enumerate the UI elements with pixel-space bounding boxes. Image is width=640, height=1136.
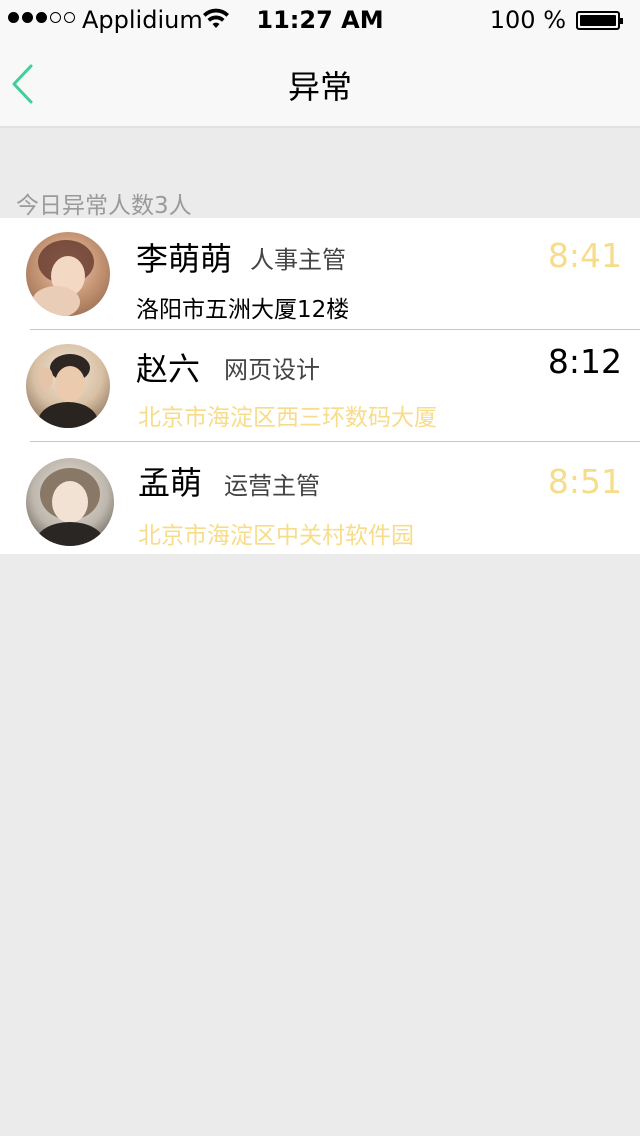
avatar bbox=[26, 232, 110, 316]
check-in-time: 8:12 bbox=[547, 342, 622, 381]
status-bar: Applidium 11:27 AM 100 % bbox=[0, 0, 640, 40]
section-header: 今日异常人数3人 bbox=[16, 193, 192, 219]
employee-name: 李萌萌 bbox=[136, 240, 233, 278]
list-item[interactable]: 李萌萌 人事主管 洛阳市五洲大厦12楼 8:41 bbox=[0, 218, 640, 330]
page-title: 异常 bbox=[287, 68, 352, 106]
employee-name: 赵六 bbox=[136, 350, 201, 388]
list-item[interactable]: 孟萌 运营主管 北京市海淀区中关村软件园 8:51 bbox=[0, 442, 640, 554]
avatar bbox=[26, 344, 110, 428]
employee-role: 人事主管 bbox=[250, 246, 346, 274]
employee-address: 洛阳市五洲大厦12楼 bbox=[136, 297, 350, 323]
check-in-time: 8:41 bbox=[547, 236, 622, 275]
employee-role: 网页设计 bbox=[224, 356, 320, 384]
battery-icon bbox=[576, 11, 623, 30]
employee-address: 北京市海淀区西三环数码大厦 bbox=[138, 405, 437, 431]
avatar bbox=[26, 458, 114, 546]
battery-percentage: 100 % bbox=[489, 6, 566, 34]
employee-role: 运营主管 bbox=[224, 472, 320, 500]
list-item[interactable]: 赵六 网页设计 北京市海淀区西三环数码大厦 8:12 bbox=[0, 330, 640, 442]
exception-list: 李萌萌 人事主管 洛阳市五洲大厦12楼 8:41 赵六 网页设计 北京市海淀区西… bbox=[0, 218, 640, 554]
employee-address: 北京市海淀区中关村软件园 bbox=[138, 523, 414, 549]
navigation-bar: 异常 bbox=[0, 40, 640, 128]
employee-name: 孟萌 bbox=[138, 464, 203, 502]
check-in-time: 8:51 bbox=[547, 462, 622, 501]
